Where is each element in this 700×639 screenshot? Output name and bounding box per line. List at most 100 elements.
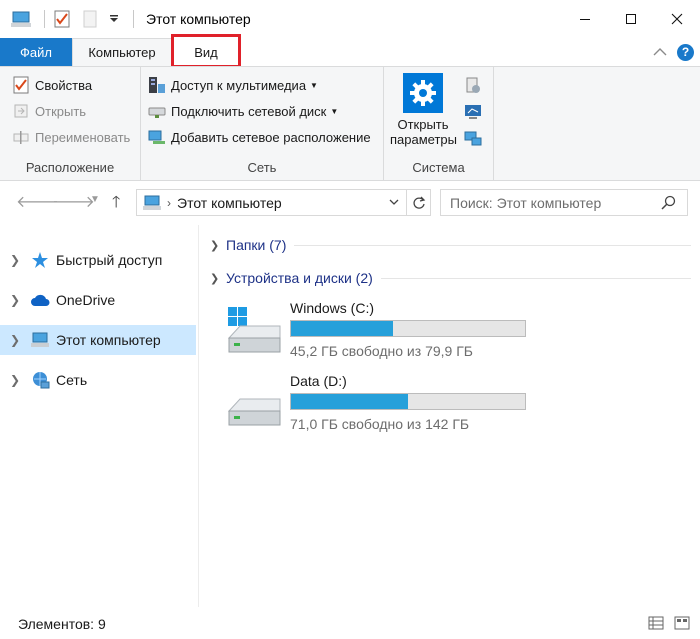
rename-button[interactable]: Переименовать (12, 128, 130, 146)
sidebar-item-network[interactable]: ❯ Сеть (0, 365, 196, 395)
sidebar-item-label: Быстрый доступ (56, 252, 163, 268)
sidebar-item-onedrive[interactable]: ❯ OneDrive (0, 285, 196, 315)
network-icon (30, 370, 50, 390)
drive-name: Windows (C:) (290, 300, 375, 316)
group-location: Свойства Открыть Переименовать Расположе… (0, 67, 141, 180)
media-access-button[interactable]: Доступ к мультимедиа ▼ (148, 76, 318, 94)
address-row: 🡐 🡒 ▼ 🡑 › Этот компьютер Поиск: Этот ком… (0, 181, 700, 225)
group-system-label: Система (412, 160, 465, 175)
ribbon-panel: Свойства Открыть Переименовать Расположе… (0, 66, 700, 181)
open-settings-button[interactable]: Открыть параметры (390, 73, 457, 153)
drive-usage-fill (291, 321, 393, 336)
search-placeholder: Поиск: Этот компьютер (450, 194, 602, 211)
collapse-ribbon-icon[interactable] (653, 47, 667, 57)
group-network: Доступ к мультимедиа ▼ Подключить сетево… (141, 67, 384, 180)
navigation-pane: ❯ Быстрый доступ ❯ OneDrive ❯ Этот компь… (0, 225, 199, 607)
up-icon[interactable]: 🡑 (112, 191, 120, 218)
view-buttons (646, 614, 692, 632)
computer-icon (10, 8, 32, 30)
address-bar[interactable]: › Этот компьютер (136, 189, 431, 216)
computer-icon (143, 195, 161, 211)
system-properties-icon[interactable] (464, 103, 482, 124)
large-icons-view-icon[interactable] (672, 614, 692, 632)
quick-access-toolbar: Этот компьютер (0, 0, 251, 38)
rename-icon (12, 128, 30, 146)
tab-computer[interactable]: Компьютер (72, 38, 172, 66)
chevron-right-icon[interactable]: ❯ (210, 239, 226, 252)
chevron-down-icon[interactable]: ❯ (210, 272, 226, 285)
uninstall-program-icon[interactable] (464, 77, 482, 98)
open-button[interactable]: Открыть (12, 102, 86, 120)
chevron-right-icon[interactable]: ❯ (0, 253, 30, 267)
divider (294, 244, 691, 246)
drive-icon (226, 379, 282, 427)
map-drive-button[interactable]: Подключить сетевой диск ▼ (148, 102, 338, 120)
separator (133, 10, 134, 28)
cloud-icon (30, 290, 50, 310)
help-icon[interactable]: ? (677, 43, 694, 61)
minimize-icon[interactable] (562, 0, 608, 38)
tab-view[interactable]: Вид (171, 34, 241, 68)
customize-dropdown-icon[interactable] (107, 8, 121, 30)
new-folder-icon[interactable] (79, 8, 101, 30)
drive-usage-bar (290, 393, 526, 410)
content-pane: ❯ Папки (7) ❯ Устройства и диски (2) Win… (200, 225, 700, 607)
add-network-location-button[interactable]: Добавить сетевое расположение (148, 128, 371, 146)
open-icon (12, 102, 30, 120)
breadcrumb-separator-icon[interactable]: › (167, 196, 171, 210)
media-access-label: Доступ к мультимедиа (171, 77, 307, 93)
drive-usage-bar (290, 320, 526, 337)
properties-button[interactable]: Свойства (12, 76, 92, 94)
map-drive-label: Подключить сетевой диск (171, 103, 327, 119)
network-location-icon (148, 128, 166, 146)
manage-computer-icon[interactable] (464, 129, 482, 150)
chevron-right-icon[interactable]: ❯ (0, 373, 30, 387)
folders-section-header[interactable]: ❯ Папки (7) (210, 237, 691, 253)
refresh-icon[interactable] (406, 190, 430, 215)
maximize-icon[interactable] (608, 0, 654, 38)
title-bar: Этот компьютер (0, 0, 700, 38)
drive-name: Data (D:) (290, 373, 347, 389)
rename-label: Переименовать (35, 129, 131, 145)
separator (44, 10, 45, 28)
sidebar-item-label: Сеть (56, 372, 88, 388)
tab-file[interactable]: Файл (0, 38, 72, 66)
breadcrumb[interactable]: Этот компьютер (177, 195, 282, 211)
star-icon (30, 250, 50, 270)
items-count: Элементов: 9 (18, 616, 106, 632)
gear-icon (403, 73, 443, 113)
computer-icon (30, 330, 50, 350)
chevron-right-icon[interactable]: ❯ (0, 333, 30, 347)
settings-label-line1: Открыть (397, 117, 449, 132)
forward-icon[interactable]: 🡒 (52, 191, 95, 212)
sidebar-item-quick-access[interactable]: ❯ Быстрый доступ (0, 245, 196, 275)
group-location-label: Расположение (25, 160, 115, 175)
sidebar-item-label: OneDrive (56, 292, 116, 308)
add-network-location-label: Добавить сетевое расположение (171, 129, 371, 145)
search-input[interactable]: Поиск: Этот компьютер (440, 189, 688, 216)
open-label: Открыть (35, 103, 87, 119)
address-dropdown-icon[interactable] (388, 194, 400, 213)
sidebar-item-this-pc[interactable]: ❯ Этот компьютер (0, 325, 196, 355)
window-title: Этот компьютер (146, 11, 251, 27)
drive-item[interactable]: Windows (C:) 45,2 ГБ свободно из 79,9 ГБ (226, 300, 546, 364)
drive-free-space: 45,2 ГБ свободно из 79,9 ГБ (290, 343, 473, 359)
drive-item[interactable]: Data (D:) 71,0 ГБ свободно из 142 ГБ (226, 373, 546, 437)
group-system: Открыть параметры Система (384, 67, 494, 180)
network-drive-icon (148, 102, 166, 120)
chevron-right-icon[interactable]: ❯ (0, 293, 30, 307)
recent-locations-icon[interactable]: ▼ (90, 194, 100, 205)
sidebar-item-label: Этот компьютер (56, 332, 161, 348)
ribbon-tabs: Файл Компьютер Вид ? (0, 34, 700, 68)
chevron-down-icon: ▼ (330, 106, 339, 116)
status-bar: Элементов: 9 (0, 607, 700, 639)
devices-section-title: Устройства и диски (2) (226, 270, 373, 286)
media-server-icon (148, 76, 166, 94)
close-icon[interactable] (654, 0, 700, 38)
details-view-icon[interactable] (646, 614, 666, 632)
ribbon-right-controls: ? (653, 38, 694, 66)
folders-section-title: Папки (7) (226, 237, 287, 253)
devices-section-header[interactable]: ❯ Устройства и диски (2) (210, 270, 691, 286)
properties-icon[interactable] (51, 8, 73, 30)
properties-label: Свойства (35, 77, 93, 93)
